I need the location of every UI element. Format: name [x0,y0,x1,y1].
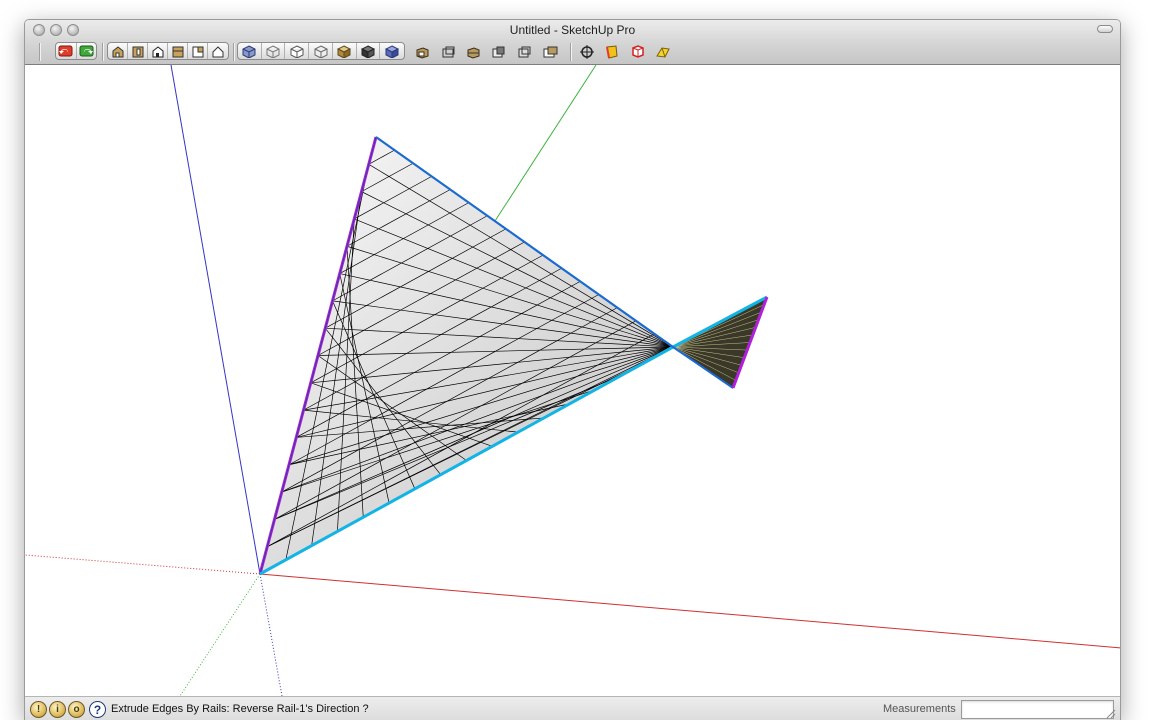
xray-button[interactable] [238,43,262,59]
display-cut-icon [492,46,504,57]
xray-icon [242,44,256,58]
section-plane-icon [416,46,428,59]
wireframe-icon [266,44,280,58]
monochrome-icon [360,44,375,58]
shaded-button[interactable] [309,43,333,59]
display-section-button[interactable] [464,43,482,61]
section-plane-button[interactable] [413,43,431,61]
back-view-icon [192,46,203,57]
section-cut-button[interactable] [439,43,457,61]
drawing-viewport[interactable] [25,64,1121,697]
extra-view-button[interactable] [541,43,559,61]
shaded-textures-icon [337,44,352,58]
wireframe-button[interactable] [262,43,286,59]
undo-button[interactable] [56,43,77,59]
user-icon[interactable]: o [68,701,85,718]
redo-button[interactable] [77,43,97,59]
component-button[interactable] [629,43,647,61]
left-view-icon [212,45,224,57]
display-section-icon [467,46,479,59]
green-axis [494,64,597,222]
face-style-group [237,42,405,60]
window-title: Untitled - SketchUp Pro [509,23,636,37]
blue-axis-negative [259,573,283,697]
credits-icon[interactable]: i [49,701,66,718]
tape-button[interactable] [654,43,672,61]
orbit-button[interactable] [578,43,596,61]
right-view-button[interactable] [168,43,188,59]
top-view-button[interactable] [128,43,148,59]
toolbar-separator [39,43,41,61]
blue-axis [170,64,261,575]
status-message: Extrude Edges By Rails: Reverse Rail-1's… [111,703,369,715]
iso-view-button[interactable] [108,43,128,59]
hidden-line-icon [290,44,304,58]
right-view-icon [172,46,183,57]
measurements-field[interactable] [961,700,1114,719]
section-cut-icon [442,46,454,57]
red-axis [259,573,1120,649]
extruded-surface[interactable] [260,137,767,574]
model-canvas[interactable] [25,64,1121,697]
display-cut-button[interactable] [489,43,507,61]
section-fill-button[interactable] [515,43,533,61]
toolbar-separator [102,43,104,61]
front-view-button[interactable] [148,43,168,59]
back-view-button[interactable] [188,43,208,59]
views-group [107,42,229,60]
main-toolbar [25,40,1120,64]
red-axis-negative [25,554,261,575]
component-icon [632,45,644,58]
monochrome-alt-icon [385,44,400,58]
measurements-label: Measurements [883,703,956,715]
iso-view-icon [112,45,123,57]
left-view-button[interactable] [208,43,228,59]
geo-location-icon[interactable]: ! [30,701,47,718]
title-bar: Untitled - SketchUp Pro [25,20,1120,65]
paint-bucket-button[interactable] [603,43,621,61]
front-view-icon [152,45,163,57]
undo-redo-group [55,42,97,60]
undo-icon [58,45,73,57]
green-axis-negative [179,573,261,697]
toolbar-separator [570,43,572,61]
top-view-icon [132,46,143,57]
resize-grip-icon[interactable] [1106,709,1116,719]
monochrome-button[interactable] [357,43,381,59]
toolbar-separator [233,43,235,61]
tape-icon [656,47,670,58]
sketchup-window: Untitled - SketchUp Pro ! i o ? Extrude … [24,19,1121,720]
toolbar-toggle-button[interactable] [1097,25,1113,33]
help-icon[interactable]: ? [89,701,106,718]
orbit-icon [580,45,594,59]
shaded-textures-button[interactable] [333,43,357,59]
paint-bucket-icon [606,45,618,59]
hidden-line-button[interactable] [285,43,310,59]
status-bar: ! i o ? Extrude Edges By Rails: Reverse … [25,696,1120,720]
shaded-icon [314,44,328,58]
section-fill-icon [518,46,530,57]
extra-view-icon [543,46,557,57]
redo-icon [79,45,94,57]
monochrome-alt-button[interactable] [380,43,404,59]
